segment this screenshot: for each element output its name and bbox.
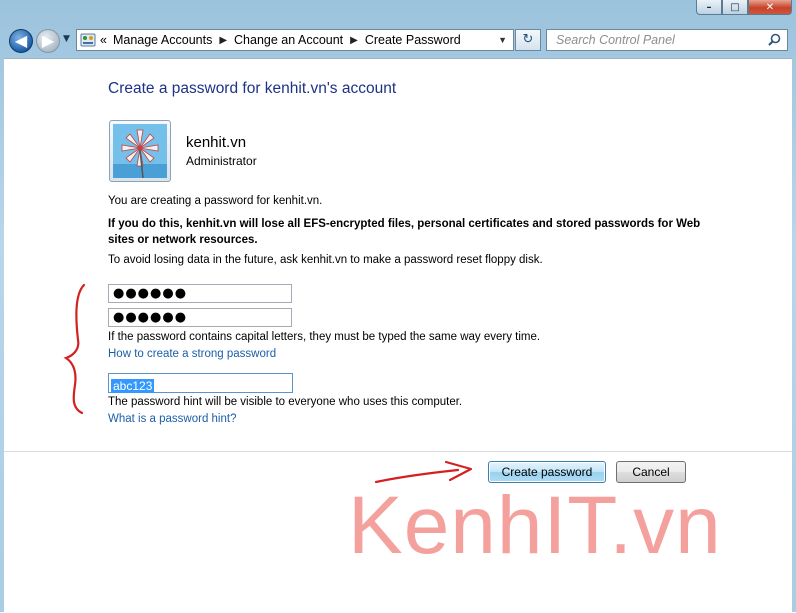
case-note-text: If the password contains capital letters… <box>108 331 541 343</box>
pinwheel-picture-icon <box>113 124 167 178</box>
address-bar[interactable]: « Manage Accounts ▶ Change an Account ▶ … <box>76 29 514 51</box>
close-button[interactable]: ✕ <box>748 0 792 15</box>
password-hint-field[interactable]: abc123 <box>108 373 293 393</box>
kenhit-watermark-logo: KenhIT.vn <box>348 480 722 571</box>
breadcrumb-change-account[interactable]: Change an Account <box>234 33 343 47</box>
caption-buttons: – □ ✕ <box>696 0 792 16</box>
content-pane: Create a password for kenhit.vn's accoun… <box>4 58 792 613</box>
warning-text: If you do this, kenhit.vn will lose all … <box>108 218 701 246</box>
breadcrumb-separator-icon[interactable]: ▶ <box>219 35 227 46</box>
strong-password-link[interactable]: How to create a strong password <box>108 348 276 360</box>
maximize-button[interactable]: □ <box>722 0 748 15</box>
divider <box>4 451 792 452</box>
back-button[interactable]: ◀ <box>9 29 33 53</box>
page-title: Create a password for kenhit.vn's accoun… <box>108 80 397 97</box>
confirm-password-field[interactable]: ●●●●●● <box>108 308 292 327</box>
intro-text: You are creating a password for kenhit.v… <box>108 195 323 207</box>
control-panel-icon <box>80 32 96 48</box>
recent-pages-dropdown[interactable]: ▼ <box>63 34 70 44</box>
minimize-button[interactable]: – <box>696 0 722 15</box>
password-hint-link[interactable]: What is a password hint? <box>108 413 236 425</box>
hint-selected-text: abc123 <box>111 379 155 393</box>
hint-note-text: The password hint will be visible to eve… <box>108 396 463 408</box>
user-name: kenhit.vn <box>186 134 247 151</box>
breadcrumb-prefix[interactable]: « <box>100 33 107 47</box>
forward-button[interactable]: ▶ <box>36 29 60 53</box>
advice-text: To avoid losing data in the future, ask … <box>108 254 543 266</box>
refresh-button[interactable]: ↻ <box>515 29 541 51</box>
address-dropdown-icon[interactable]: ▼ <box>498 35 507 45</box>
breadcrumb-manage-accounts[interactable]: Manage Accounts <box>113 33 212 47</box>
breadcrumb-create-password[interactable]: Create Password <box>365 33 461 47</box>
breadcrumb-separator-icon[interactable]: ▶ <box>350 35 358 46</box>
user-avatar <box>109 120 171 182</box>
search-placeholder: Search Control Panel <box>556 33 675 47</box>
new-password-field[interactable]: ●●●●●● <box>108 284 292 303</box>
search-input[interactable]: Search Control Panel <box>546 29 788 51</box>
search-icon[interactable] <box>768 32 781 52</box>
user-role: Administrator <box>186 154 257 168</box>
